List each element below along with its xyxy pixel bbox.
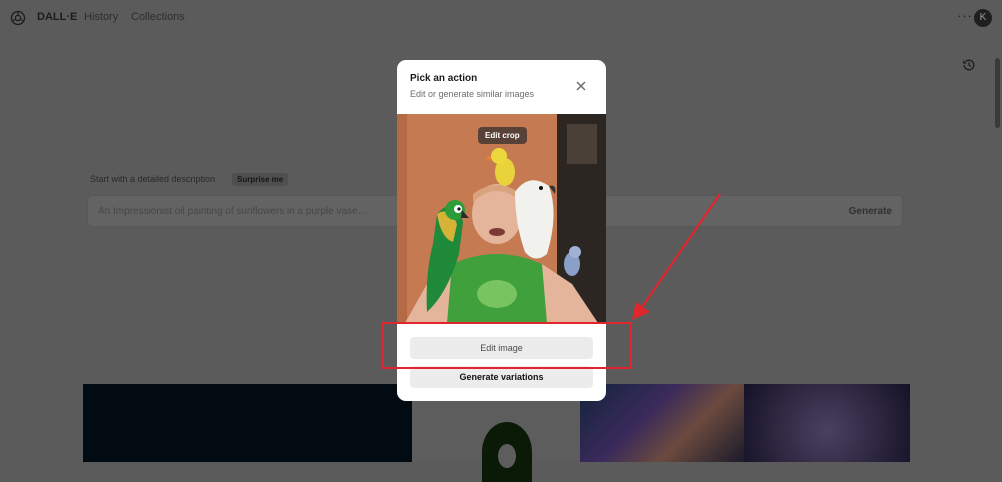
edit-crop-button[interactable]: Edit crop	[478, 127, 527, 144]
nav-history[interactable]: History	[84, 11, 118, 23]
highlight-box	[382, 322, 632, 369]
avocado-shape	[482, 422, 532, 482]
gallery-image-1[interactable]	[83, 384, 412, 462]
history-clock-icon[interactable]	[962, 58, 976, 72]
modal-title: Pick an action	[410, 73, 478, 84]
gallery-image-4[interactable]	[744, 384, 910, 462]
more-options-button[interactable]: ···	[957, 8, 973, 23]
generate-variations-button[interactable]: Generate variations	[410, 366, 593, 388]
avatar[interactable]: K	[974, 9, 992, 27]
modal-subtitle: Edit or generate similar images	[410, 89, 535, 99]
brand-name[interactable]: DALL·E	[37, 11, 77, 23]
photo-illustration	[397, 114, 606, 323]
top-bar: DALL·E History Collections ··· K	[0, 0, 1002, 36]
generate-button[interactable]: Generate	[849, 206, 892, 217]
selected-photo[interactable]: Edit crop	[397, 114, 606, 323]
surprise-me-button[interactable]: Surprise me	[232, 173, 289, 186]
nav-collections[interactable]: Collections	[131, 11, 185, 23]
openai-logo-icon[interactable]	[10, 10, 26, 26]
close-icon[interactable]	[573, 78, 589, 94]
page-scrollbar[interactable]	[995, 58, 1000, 128]
prompt-placeholder: An Impressionist oil painting of sunflow…	[98, 206, 368, 217]
prompt-hint-label: Start with a detailed description	[90, 174, 216, 184]
